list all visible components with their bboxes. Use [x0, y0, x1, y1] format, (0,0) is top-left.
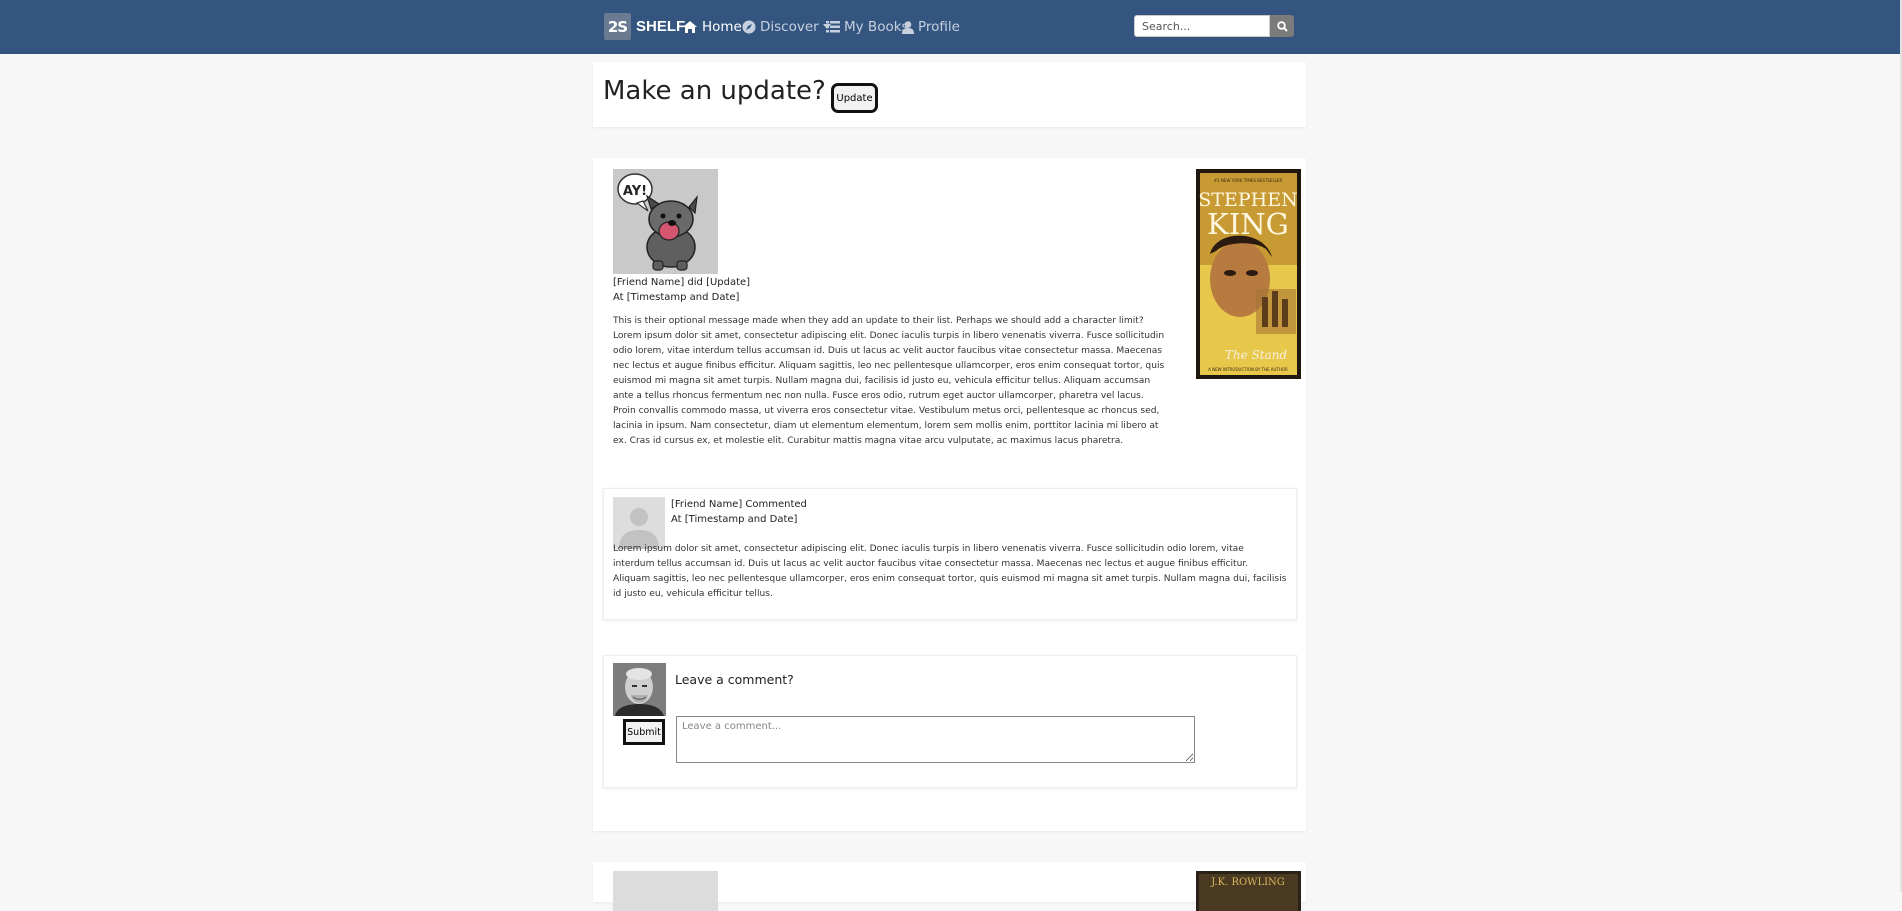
user-icon — [902, 20, 914, 34]
nav-discover-label: Discover — [760, 19, 819, 35]
list-icon — [826, 21, 840, 33]
book-cover-2-author: J.K. ROWLING — [1210, 877, 1285, 888]
feed-post-card: AY! #1 NEW YORK TIMES BESTSELLER STEPHEN… — [593, 158, 1306, 831]
stephen-king-cover-art: #1 NEW YORK TIMES BESTSELLER STEPHEN KIN… — [1196, 169, 1301, 379]
nav-my-books[interactable]: My Books — [826, 17, 909, 37]
nav-home[interactable]: Home — [682, 17, 742, 37]
book-cover-image[interactable]: #1 NEW YORK TIMES BESTSELLER STEPHEN KIN… — [1196, 169, 1301, 379]
nav-profile[interactable]: Profile — [902, 17, 960, 37]
nav-home-label: Home — [702, 19, 742, 35]
update-button[interactable]: Update — [831, 83, 878, 113]
book-cover-image-2[interactable]: J.K. ROWLING — [1196, 871, 1301, 911]
nav-my-books-label: My Books — [844, 19, 909, 35]
user-photo — [613, 663, 666, 716]
home-icon — [683, 21, 697, 33]
make-update-title: Make an update? — [603, 76, 826, 106]
book-cover-subtitle: A NEW INTRODUCTION BY THE AUTHOR — [1208, 367, 1288, 372]
nav-profile-label: Profile — [918, 19, 960, 35]
book-cover-title: The Stand — [1225, 348, 1288, 362]
current-user-avatar[interactable] — [613, 663, 666, 716]
search-input[interactable] — [1134, 15, 1270, 37]
submit-comment-button[interactable]: Submit — [623, 719, 665, 745]
comment-timestamp: At [Timestamp and Date] — [671, 514, 798, 525]
book-cover-author-last: KING — [1207, 207, 1289, 241]
comment-body: Lorem ipsum dolor sit amet, consectetur … — [613, 544, 1287, 599]
speech-bubble-text: AY! — [623, 184, 647, 199]
book-cover-tagline: #1 NEW YORK TIMES BESTSELLER — [1214, 178, 1283, 183]
top-navbar: 2S SHELF Home Discover My Books Profile — [0, 0, 1900, 54]
leave-comment-card: Leave a comment? Submit — [603, 655, 1297, 788]
comment-card: [Friend Name] Commented At [Timestamp an… — [603, 488, 1297, 620]
post-headline: [Friend Name] did [Update] — [613, 277, 751, 288]
comment-textarea[interactable] — [676, 716, 1195, 763]
rowling-cover-art: J.K. ROWLING — [1196, 871, 1301, 911]
friend-avatar-2[interactable] — [613, 871, 718, 911]
logo-text: SHELF — [636, 18, 686, 35]
friend-avatar[interactable]: AY! — [613, 169, 718, 274]
search-button[interactable] — [1270, 15, 1294, 37]
search-icon — [1276, 20, 1288, 32]
site-logo[interactable]: 2S SHELF — [604, 13, 685, 40]
comment-headline: [Friend Name] Commented — [671, 499, 807, 510]
nav-discover[interactable]: Discover — [742, 17, 831, 37]
post-timestamp: At [Timestamp and Date] — [613, 292, 740, 303]
make-update-card: Make an update? Update — [593, 62, 1306, 127]
leave-comment-title: Leave a comment? — [675, 672, 794, 687]
compass-icon — [742, 20, 756, 34]
cartoon-dog-image: AY! — [613, 169, 718, 274]
logo-mark: 2S — [604, 13, 631, 40]
feed-post-card-2: J.K. ROWLING — [593, 862, 1306, 911]
post-message: This is their optional message made when… — [613, 316, 1165, 446]
